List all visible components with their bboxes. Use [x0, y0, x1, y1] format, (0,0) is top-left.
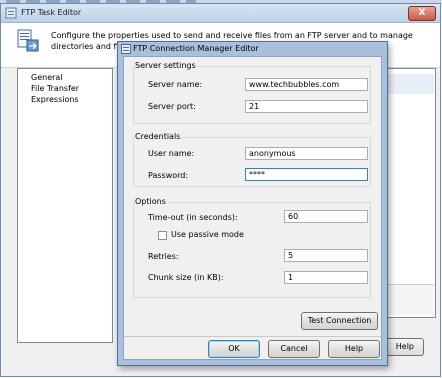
passive-mode-label: Use passive mode	[171, 230, 244, 239]
connection-manager-icon	[121, 44, 131, 54]
dialog-title: FTP Connection Manager Editor	[133, 44, 259, 53]
server-port-input[interactable]: 21	[245, 100, 368, 113]
dialog-title-bar: FTP Connection Manager Editor	[118, 42, 387, 56]
dialog-body: Server settings Server name: www.techbub…	[123, 56, 382, 360]
password-label: Password:	[148, 171, 189, 180]
server-settings-group	[133, 66, 371, 124]
ftp-task-icon	[5, 7, 17, 19]
close-button[interactable]: X	[408, 6, 436, 21]
server-settings-title: Server settings	[135, 61, 198, 70]
nav-item-expressions[interactable]: Expressions	[31, 94, 112, 105]
passive-mode-checkbox[interactable]	[158, 231, 167, 240]
help-button[interactable]: Help	[328, 340, 380, 358]
options-title: Options	[135, 197, 168, 206]
title-bar: FTP Task Editor X	[1, 4, 440, 23]
property-row-highlight	[380, 74, 434, 94]
ok-button[interactable]: OK	[208, 340, 260, 358]
chunk-size-label: Chunk size (in KB):	[148, 273, 224, 282]
ftp-connection-manager-dialog: FTP Connection Manager Editor Server set…	[117, 41, 388, 366]
server-name-label: Server name:	[148, 80, 203, 89]
nav-item-general[interactable]: General	[31, 72, 112, 83]
test-connection-button[interactable]: Test Connection	[301, 312, 378, 330]
retries-input[interactable]: 5	[284, 249, 368, 262]
window-title: FTP Task Editor	[21, 8, 82, 17]
ftp-task-icon	[17, 29, 39, 52]
property-description-area	[380, 284, 434, 315]
timeout-label: Time-out (in seconds):	[148, 213, 238, 222]
button-divider	[124, 336, 381, 337]
retries-label: Retries:	[148, 252, 179, 261]
password-input[interactable]: ****	[245, 168, 368, 181]
timeout-input[interactable]: 60	[284, 210, 368, 223]
help-button-behind[interactable]: Help	[382, 338, 424, 356]
server-port-label: Server port:	[148, 102, 196, 111]
chunk-size-input[interactable]: 1	[284, 271, 368, 284]
user-name-input[interactable]: anonymous	[245, 147, 368, 160]
credentials-title: Credentials	[135, 132, 183, 141]
cancel-button[interactable]: Cancel	[268, 340, 320, 358]
nav-item-file-transfer[interactable]: File Transfer	[31, 83, 112, 94]
page-navigation-list: General File Transfer Expressions	[17, 68, 113, 343]
user-name-label: User name:	[148, 149, 195, 158]
server-name-input[interactable]: www.techbubbles.com	[245, 78, 368, 91]
